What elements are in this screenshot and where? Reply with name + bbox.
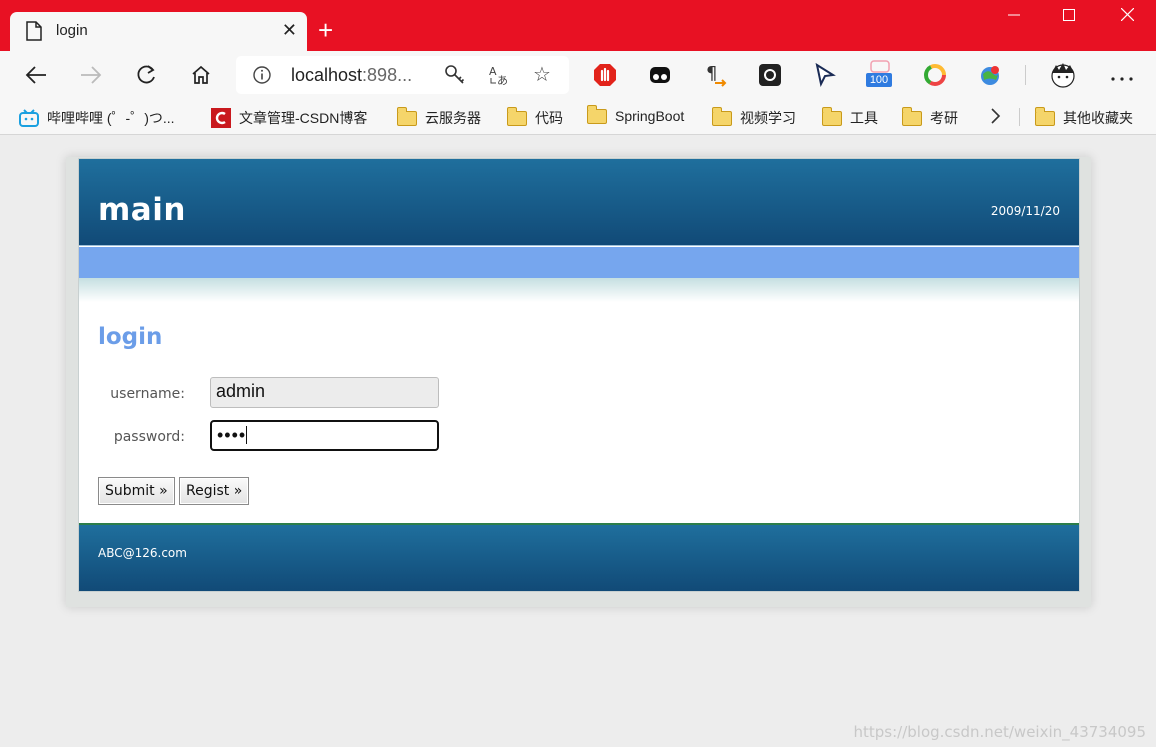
bookmark-csdn[interactable]: 文章管理-CSDN博客 <box>211 108 367 128</box>
more-icon[interactable] <box>1110 69 1134 93</box>
bilibili-icon <box>19 109 39 127</box>
close-window-icon[interactable] <box>1104 7 1150 26</box>
toolbar-divider <box>1025 65 1026 85</box>
tampermonkey-icon[interactable] <box>648 63 672 87</box>
adblock-icon[interactable] <box>593 63 617 87</box>
bookmarks-divider <box>1019 108 1020 126</box>
url-text[interactable]: localhost:898... <box>291 65 412 86</box>
plus-icon[interactable]: + <box>318 17 333 43</box>
regist-button[interactable]: Regist » <box>179 477 250 505</box>
bookmark-other-favorites[interactable]: 其他收藏夹 <box>1034 106 1133 128</box>
bookmark-folder-code[interactable]: 代码 <box>506 106 563 128</box>
password-value: •••• <box>217 425 247 445</box>
menu-fade <box>79 278 1079 302</box>
chevron-right-icon[interactable] <box>989 107 1001 125</box>
github-icon[interactable] <box>758 63 782 87</box>
chrome-ring-icon[interactable] <box>923 63 947 87</box>
extension-100-icon[interactable]: 100 <box>866 59 894 89</box>
star-icon[interactable]: ☆ <box>533 62 551 87</box>
site-container: main 2009/11/20 login username: admin pa… <box>78 158 1080 592</box>
password-label: password: <box>113 429 185 445</box>
address-bar[interactable]: localhost:898... Aあ ☆ <box>236 56 569 94</box>
folder-icon <box>506 106 527 126</box>
site-title: main <box>98 192 186 228</box>
watermark: https://blog.csdn.net/weixin_43734095 <box>853 723 1146 741</box>
browser-tab[interactable]: login ✕ <box>10 12 307 51</box>
menu-bar <box>79 247 1079 278</box>
bookmark-folder-cloud[interactable]: 云服务器 <box>396 106 481 128</box>
footer-email: ABC@126.com <box>98 546 187 560</box>
csdn-icon <box>211 108 231 128</box>
minimize-icon[interactable] <box>991 8 1037 26</box>
title-bar: login ✕ + <box>0 0 1156 51</box>
nav-bar: localhost:898... Aあ ☆ ¶ 100 <box>0 51 1156 99</box>
tab-title: login <box>56 22 88 39</box>
web-page: main 2009/11/20 login username: admin pa… <box>0 136 1156 747</box>
avatar-icon[interactable] <box>1049 61 1077 89</box>
pilcrow-icon[interactable]: ¶ <box>703 63 727 87</box>
folder-icon <box>396 106 417 126</box>
site-footer: ABC@126.com <box>79 523 1079 591</box>
close-icon[interactable]: ✕ <box>282 20 297 40</box>
svg-text:A: A <box>489 65 497 78</box>
site-date: 2009/11/20 <box>990 204 1060 218</box>
translate-icon[interactable]: Aあ <box>488 64 510 89</box>
maximize-icon[interactable] <box>1046 8 1092 26</box>
bookmark-folder-springboot[interactable]: SpringBoot <box>586 104 684 124</box>
folder-icon <box>711 106 732 126</box>
bookmarks-bar: 哔哩哔哩 (゜-゜)つ... 文章管理-CSDN博客 云服务器 代码 Sprin… <box>0 99 1156 135</box>
submit-button[interactable]: Submit » <box>98 477 175 505</box>
folder-icon <box>821 106 842 126</box>
bookmark-folder-video[interactable]: 视频学习 <box>711 106 796 128</box>
bookmark-folder-exam[interactable]: 考研 <box>901 106 958 128</box>
forward-icon <box>77 61 105 89</box>
bookmark-bilibili[interactable]: 哔哩哔哩 (゜-゜)つ... <box>19 108 175 128</box>
svg-text:あ: あ <box>497 74 508 86</box>
folder-icon <box>901 106 922 126</box>
globe-icon[interactable] <box>978 63 1002 87</box>
site-header: main 2009/11/20 <box>79 159 1079 246</box>
username-label: username: <box>110 386 185 402</box>
doc-icon <box>26 21 42 46</box>
info-icon[interactable] <box>252 65 272 90</box>
username-field[interactable]: admin <box>210 377 439 408</box>
extension-badge: 100 <box>866 73 892 87</box>
password-field[interactable]: •••• <box>210 420 439 451</box>
folder-icon <box>1034 106 1055 126</box>
home-icon[interactable] <box>187 61 215 89</box>
login-heading: login <box>98 324 163 350</box>
folder-icon <box>586 104 607 124</box>
cursor-icon[interactable] <box>813 62 837 88</box>
back-icon[interactable] <box>22 61 50 89</box>
svg-text:¶: ¶ <box>706 63 717 84</box>
key-icon[interactable] <box>444 64 466 91</box>
bookmark-folder-tools[interactable]: 工具 <box>821 106 878 128</box>
refresh-icon[interactable] <box>132 61 160 89</box>
text-cursor <box>246 426 248 444</box>
